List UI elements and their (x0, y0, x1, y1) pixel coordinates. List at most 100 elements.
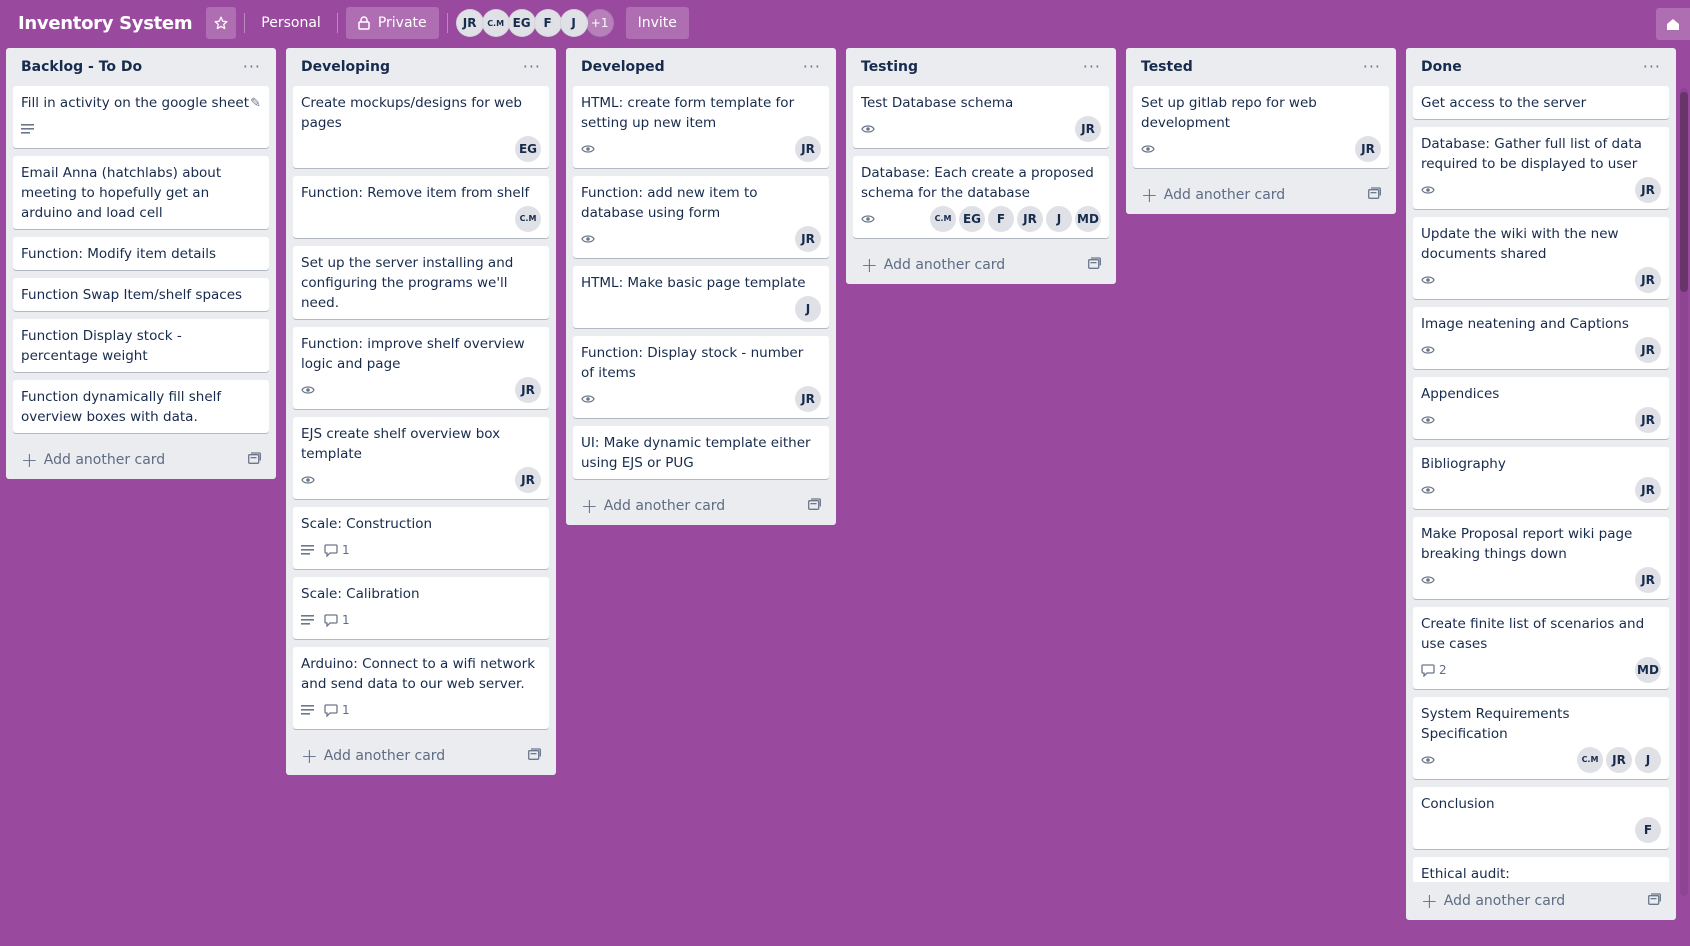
member-avatar[interactable]: JR (1635, 567, 1661, 593)
member-avatar[interactable]: JR (1075, 116, 1101, 142)
member-avatar[interactable]: EG (959, 206, 985, 232)
edit-pencil-icon[interactable]: ✎ (250, 94, 261, 114)
member-avatar[interactable]: EG (507, 9, 536, 37)
member-avatar[interactable]: JR (1355, 136, 1381, 162)
card-template-icon[interactable] (808, 498, 821, 514)
add-card-button[interactable]: + Add another card (1133, 176, 1389, 214)
member-avatar[interactable]: C.M (930, 206, 956, 232)
card[interactable]: Function Display stock - percentage weig… (13, 319, 269, 372)
card[interactable]: Function: improve shelf overview logic a… (293, 327, 549, 409)
member-avatar[interactable]: J (1635, 747, 1661, 773)
board-title[interactable]: Inventory System (18, 13, 193, 34)
card[interactable]: Set up gitlab repo for web development JR (1133, 86, 1389, 168)
member-avatar[interactable]: J (559, 9, 588, 37)
add-card-button[interactable]: + Add another card (853, 246, 1109, 284)
member-avatar[interactable]: JR (1635, 477, 1661, 503)
card[interactable]: HTML: create form template for setting u… (573, 86, 829, 168)
list-menu-icon[interactable]: ··· (1083, 59, 1101, 75)
card[interactable]: Set up the server installing and configu… (293, 246, 549, 319)
card[interactable]: Bibliography JR (1413, 447, 1669, 509)
card[interactable]: Update the wiki with the new documents s… (1413, 217, 1669, 299)
card-template-icon[interactable] (528, 748, 541, 764)
more-members-button[interactable]: +1 (585, 9, 614, 37)
list-title[interactable]: Testing (861, 59, 918, 75)
card[interactable]: Function: add new item to database using… (573, 176, 829, 258)
star-icon (214, 16, 228, 30)
card[interactable]: Email Anna (hatchlabs) about meeting to … (13, 156, 269, 229)
member-avatar[interactable]: F (988, 206, 1014, 232)
card[interactable]: Test Database schema JR (853, 86, 1109, 148)
member-avatar[interactable]: JR (1635, 267, 1661, 293)
card[interactable]: EJS create shelf overview box template JR (293, 417, 549, 499)
card[interactable]: Function Swap Item/shelf spaces (13, 278, 269, 311)
member-avatar[interactable]: JR (1606, 747, 1632, 773)
member-avatar[interactable]: MD (1635, 657, 1661, 683)
list-title[interactable]: Done (1421, 59, 1462, 75)
card[interactable]: Function: Modify item details (13, 237, 269, 270)
list-scrollbar[interactable] (1680, 88, 1688, 896)
list-menu-icon[interactable]: ··· (803, 59, 821, 75)
scrollbar-thumb[interactable] (1680, 92, 1688, 292)
member-avatar[interactable]: MD (1075, 206, 1101, 232)
member-avatar[interactable]: JR (1635, 407, 1661, 433)
card[interactable]: Create mockups/designs for web pages EG (293, 86, 549, 168)
visibility-button[interactable]: Private (345, 7, 439, 39)
list-menu-icon[interactable]: ··· (523, 59, 541, 75)
card[interactable]: Conclusion F (1413, 787, 1669, 849)
add-card-button[interactable]: + Add another card (13, 441, 269, 479)
card[interactable]: Function dynamically fill shelf overview… (13, 380, 269, 433)
member-avatar[interactable]: JR (795, 386, 821, 412)
member-avatar[interactable]: C.M (1577, 747, 1603, 773)
card[interactable]: Fill in activity on the google sheet ✎ (13, 86, 269, 148)
menu-toggle-button[interactable] (1656, 8, 1690, 40)
list-title[interactable]: Developed (581, 59, 665, 75)
list-menu-icon[interactable]: ··· (1643, 59, 1661, 75)
member-avatar[interactable]: J (795, 296, 821, 322)
star-button[interactable] (206, 7, 237, 39)
list-title[interactable]: Tested (1141, 59, 1193, 75)
card-template-icon[interactable] (1088, 257, 1101, 273)
card[interactable]: Function: Display stock - number of item… (573, 336, 829, 418)
member-avatar[interactable]: JR (515, 377, 541, 403)
member-avatar[interactable]: F (1635, 817, 1661, 843)
add-card-button[interactable]: + Add another card (1413, 882, 1669, 920)
member-avatar[interactable]: JR (455, 9, 484, 37)
member-avatar[interactable]: JR (795, 136, 821, 162)
card[interactable]: Scale: Construction 1 (293, 507, 549, 569)
workspace-button[interactable]: Personal (253, 7, 329, 39)
card[interactable]: UI: Make dynamic template either using E… (573, 426, 829, 479)
member-avatar[interactable]: JR (515, 467, 541, 493)
card[interactable]: Database: Gather full list of data requi… (1413, 127, 1669, 209)
card-template-icon[interactable] (1648, 893, 1661, 909)
card[interactable]: System Requirements Specification C.M JR J (1413, 697, 1669, 779)
card[interactable]: Appendices JR (1413, 377, 1669, 439)
card[interactable]: Arduino: Connect to a wifi network and s… (293, 647, 549, 729)
card[interactable]: Scale: Calibration 1 (293, 577, 549, 639)
card-template-icon[interactable] (1368, 187, 1381, 203)
member-avatar[interactable]: C.M (481, 9, 510, 37)
list-title[interactable]: Backlog - To Do (21, 59, 142, 75)
card[interactable]: Image neatening and Captions JR (1413, 307, 1669, 369)
card[interactable]: Function: Remove item from shelf C.M (293, 176, 549, 238)
add-card-button[interactable]: + Add another card (573, 487, 829, 525)
card[interactable]: Get access to the server (1413, 86, 1669, 119)
card[interactable]: Ethical audit: (1413, 857, 1669, 882)
list-title[interactable]: Developing (301, 59, 390, 75)
list-menu-icon[interactable]: ··· (1363, 59, 1381, 75)
card[interactable]: Make Proposal report wiki page breaking … (1413, 517, 1669, 599)
member-avatar[interactable]: J (1046, 206, 1072, 232)
card-template-icon[interactable] (248, 452, 261, 468)
add-card-button[interactable]: + Add another card (293, 737, 549, 775)
invite-button[interactable]: Invite (625, 7, 689, 39)
member-avatar[interactable]: F (533, 9, 562, 37)
member-avatar[interactable]: JR (1635, 177, 1661, 203)
member-avatar[interactable]: EG (515, 136, 541, 162)
member-avatar[interactable]: JR (1635, 337, 1661, 363)
member-avatar[interactable]: JR (795, 226, 821, 252)
card[interactable]: HTML: Make basic page template J (573, 266, 829, 328)
member-avatar[interactable]: JR (1017, 206, 1043, 232)
card[interactable]: Database: Each create a proposed schema … (853, 156, 1109, 238)
member-avatar[interactable]: C.M (515, 206, 541, 232)
card[interactable]: Create finite list of scenarios and use … (1413, 607, 1669, 689)
list-menu-icon[interactable]: ··· (243, 59, 261, 75)
